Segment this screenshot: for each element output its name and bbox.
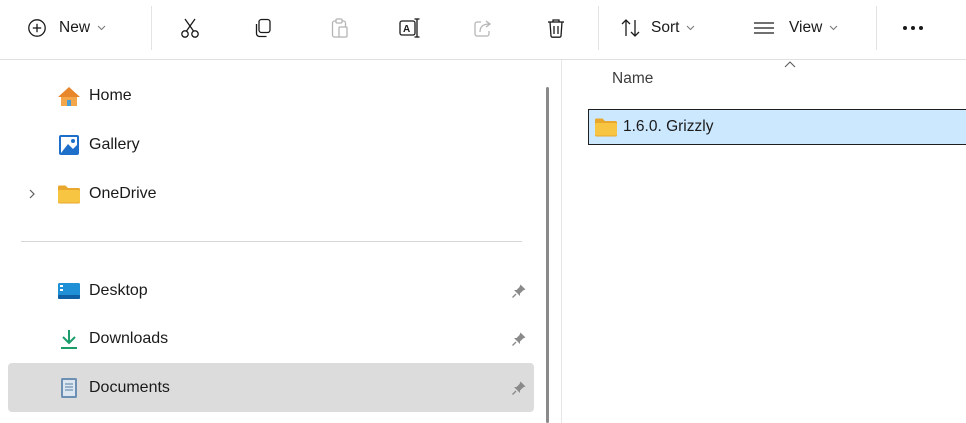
chevron-down-icon <box>687 25 695 31</box>
nav-item-label: Downloads <box>89 329 169 347</box>
download-icon <box>56 326 82 352</box>
desktop-icon <box>56 278 82 304</box>
share-button[interactable] <box>463 0 503 56</box>
command-bar: New A Sort View <box>0 0 966 56</box>
view-icon <box>754 22 774 34</box>
navigation-pane: Home Gallery OneDrive Desktop Downloads … <box>0 60 540 423</box>
documents-icon <box>56 375 82 401</box>
toolbar-separator <box>598 6 599 50</box>
more-options-button[interactable] <box>893 0 933 56</box>
copy-button[interactable] <box>243 0 283 56</box>
quick-access-desktop[interactable]: Desktop <box>8 266 534 315</box>
delete-button[interactable] <box>536 0 576 56</box>
nav-item-home[interactable]: Home <box>8 71 534 120</box>
sort-button[interactable]: Sort <box>620 0 720 56</box>
nav-item-label: Desktop <box>89 281 148 299</box>
new-label: New <box>59 19 91 36</box>
folder-icon <box>56 181 82 207</box>
add-circle-icon <box>28 19 46 37</box>
chevron-right-icon[interactable] <box>26 188 38 200</box>
nav-item-gallery[interactable]: Gallery <box>8 120 534 169</box>
delete-icon <box>548 19 564 38</box>
nav-item-label: Home <box>89 86 132 104</box>
file-name: 1.6.0. Grizzly <box>623 118 714 135</box>
folder-icon <box>595 118 617 137</box>
sort-icon <box>621 19 640 37</box>
nav-divider <box>21 241 522 242</box>
cut-icon <box>181 18 199 38</box>
share-icon <box>474 20 492 37</box>
pin-icon[interactable] <box>511 380 527 396</box>
sort-label: Sort <box>651 19 680 36</box>
nav-item-label: Documents <box>89 378 170 396</box>
nav-item-onedrive[interactable]: OneDrive <box>8 169 534 218</box>
chevron-down-icon <box>97 25 106 31</box>
rename-button[interactable]: A <box>390 0 430 56</box>
more-icon <box>903 26 923 30</box>
toolbar-separator <box>876 6 877 50</box>
column-header-name[interactable]: Name <box>612 70 653 88</box>
nav-scrollbar-thumb[interactable] <box>546 87 549 423</box>
file-list: Name 1.6.0. Grizzly <box>562 60 966 423</box>
nav-item-label: OneDrive <box>89 184 157 202</box>
pin-icon[interactable] <box>511 283 527 299</box>
new-button[interactable]: New <box>27 0 129 56</box>
copy-icon <box>255 18 271 38</box>
toolbar-separator <box>151 6 152 50</box>
nav-item-label: Gallery <box>89 135 140 153</box>
file-row-folder[interactable]: 1.6.0. Grizzly <box>588 109 966 145</box>
svg-text:A: A <box>403 24 410 35</box>
paste-icon <box>331 18 348 38</box>
paste-button[interactable] <box>320 0 360 56</box>
pin-icon[interactable] <box>511 331 527 347</box>
gallery-icon <box>56 132 82 158</box>
quick-access-downloads[interactable]: Downloads <box>8 314 534 363</box>
chevron-down-icon <box>829 25 838 31</box>
quick-access-documents[interactable]: Documents <box>8 363 534 412</box>
home-icon <box>56 83 82 109</box>
view-button[interactable]: View <box>752 0 854 56</box>
sort-ascending-icon <box>784 61 796 68</box>
cut-button[interactable] <box>170 0 210 56</box>
rename-icon: A <box>399 18 420 38</box>
view-label: View <box>789 19 823 36</box>
